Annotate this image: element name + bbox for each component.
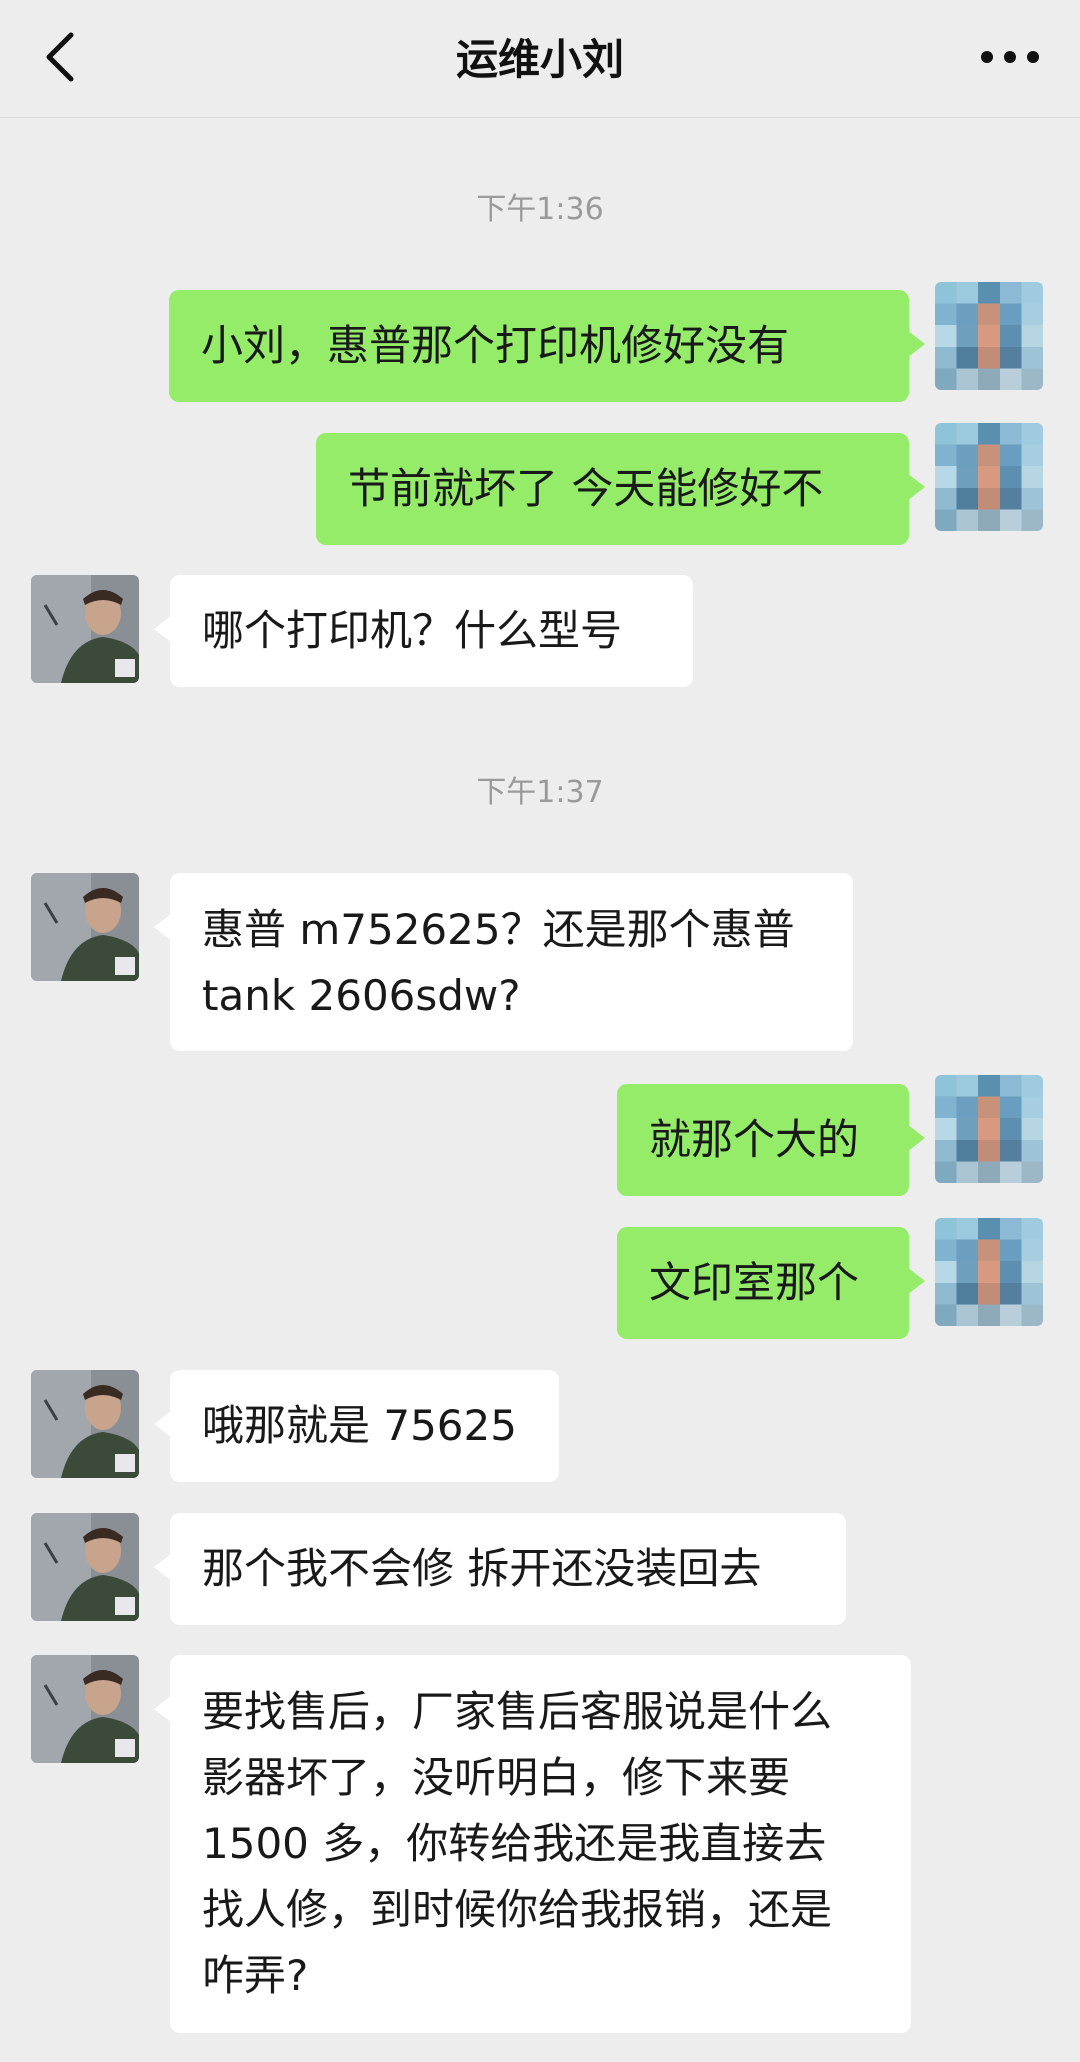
contact-photo-icon bbox=[31, 575, 139, 683]
message-bubble-sent[interactable]: 就那个大的 bbox=[617, 1084, 925, 1196]
timestamp: 下午1:37 bbox=[476, 775, 604, 810]
more-button[interactable] bbox=[960, 22, 1060, 92]
contact-avatar[interactable] bbox=[31, 1370, 139, 1478]
message-bubble-received[interactable]: 那个我不会修 拆开还没装回去 bbox=[154, 1513, 846, 1625]
contact-avatar[interactable] bbox=[31, 873, 139, 981]
pixelated-avatar-icon bbox=[935, 423, 1043, 531]
my-avatar[interactable] bbox=[935, 1075, 1043, 1183]
my-avatar[interactable] bbox=[935, 282, 1043, 390]
more-dots-icon bbox=[981, 51, 1039, 63]
message-bubble-sent[interactable]: 小刘，惠普那个打印机修好没有 bbox=[169, 290, 925, 402]
message-bubble-sent[interactable]: 节前就坏了 今天能修好不 bbox=[316, 433, 925, 545]
top-bar: 运维小刘 bbox=[0, 0, 1080, 118]
message-bubble-sent[interactable]: 文印室那个 bbox=[617, 1227, 925, 1339]
message-bubble-received[interactable]: 哦那就是 75625 bbox=[154, 1370, 559, 1482]
message-bubble-received[interactable]: 要找售后，厂家售后客服说是什么 影器坏了，没听明白，修下来要 1500 多，你转… bbox=[154, 1655, 911, 2033]
my-avatar[interactable] bbox=[935, 423, 1043, 531]
contact-avatar[interactable] bbox=[31, 575, 139, 683]
chat-title: 运维小刘 bbox=[455, 35, 624, 84]
pixelated-avatar-icon bbox=[935, 282, 1043, 390]
my-avatar[interactable] bbox=[935, 1218, 1043, 1326]
timestamp: 下午1:36 bbox=[476, 192, 604, 227]
contact-photo-icon bbox=[31, 1370, 139, 1478]
message-bubble-received[interactable]: 惠普 m752625？还是那个惠普 tank 2606sdw? bbox=[154, 873, 853, 1051]
contact-photo-icon bbox=[31, 1655, 139, 1763]
pixelated-avatar-icon bbox=[935, 1075, 1043, 1183]
message-bubble-received[interactable]: 哪个打印机？什么型号 bbox=[154, 575, 693, 687]
contact-avatar[interactable] bbox=[31, 1655, 139, 1763]
contact-photo-icon bbox=[31, 873, 139, 981]
contact-photo-icon bbox=[31, 1513, 139, 1621]
contact-avatar[interactable] bbox=[31, 1513, 139, 1621]
pixelated-avatar-icon bbox=[935, 1218, 1043, 1326]
